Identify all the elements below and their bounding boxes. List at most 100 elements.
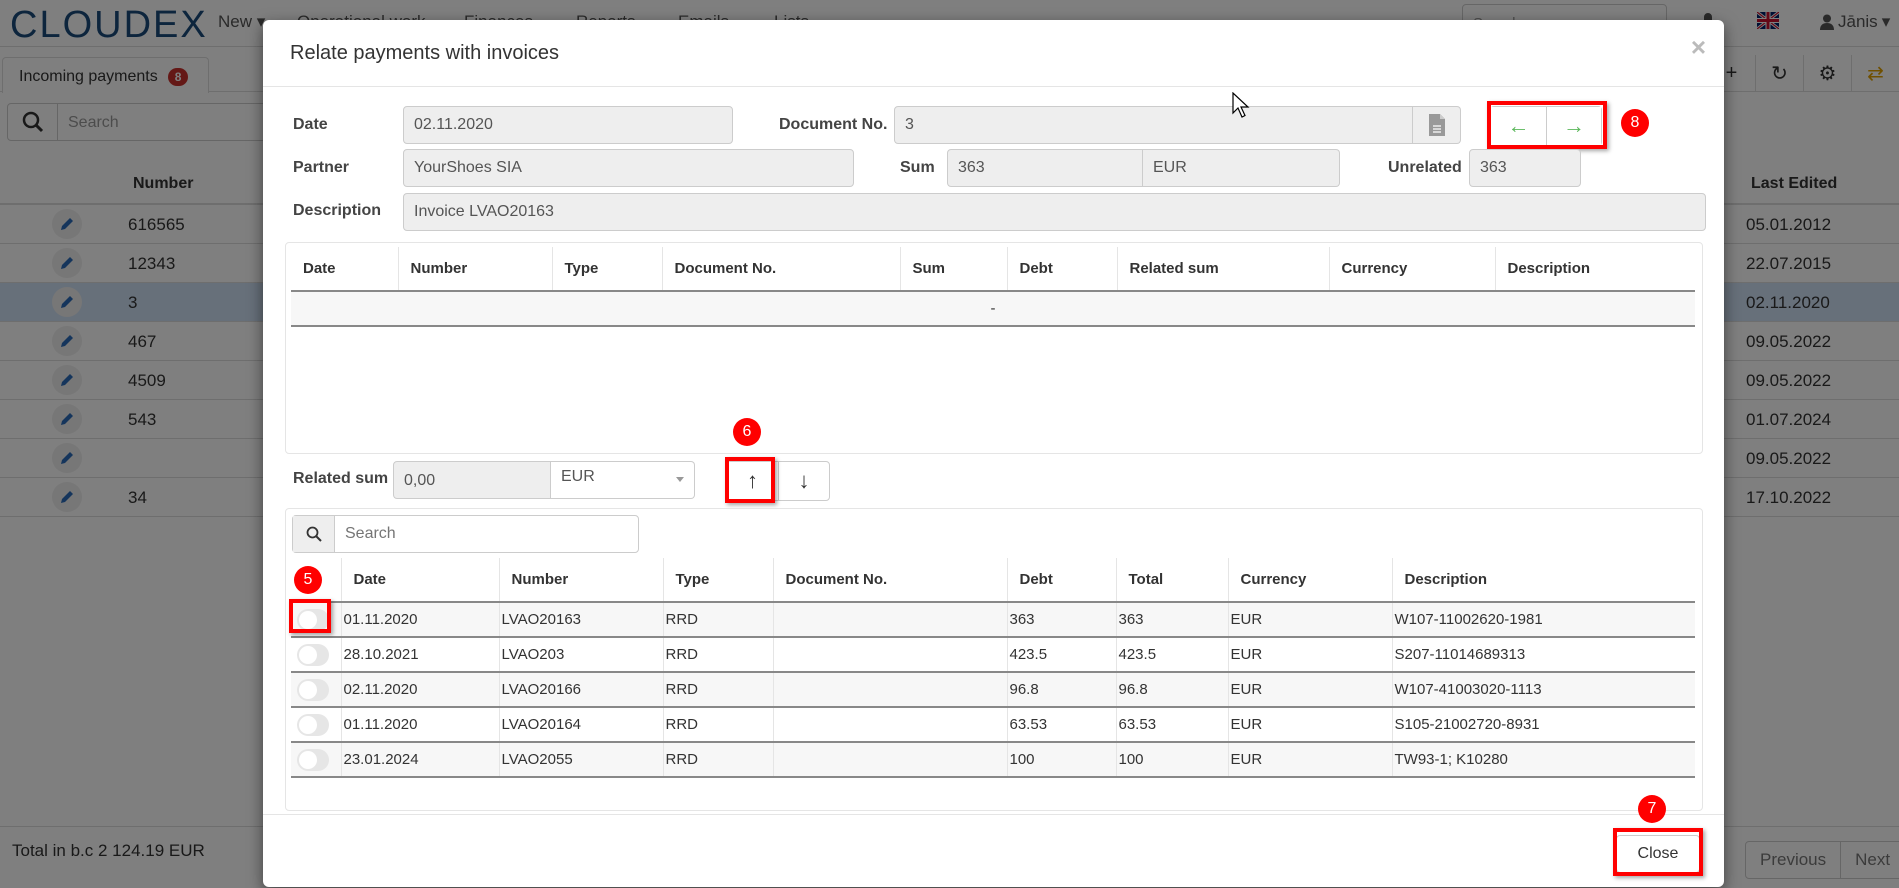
partner-field[interactable]: YourShoes SIA (403, 149, 854, 187)
column-header[interactable]: Sum (900, 247, 1008, 292)
cell-date: 01.11.2020 (341, 707, 500, 743)
annotation-marker-8: 8 (1621, 109, 1649, 137)
cell-total: 63.53 (1116, 707, 1229, 743)
caret-down-icon (676, 477, 684, 482)
table-row[interactable]: 01.11.2020 LVAO20163 RRD 363 363 EUR W107-1100… (291, 602, 1695, 638)
invoice-search[interactable] (292, 515, 639, 553)
column-header[interactable]: Document No. (662, 247, 901, 292)
cell-description: W107-41003020-1113 (1392, 672, 1695, 708)
column-header[interactable]: Total (1116, 558, 1229, 603)
column-header[interactable]: Currency (1228, 558, 1393, 603)
search-icon (306, 526, 322, 542)
move-buttons: ↑ ↓ (726, 461, 830, 501)
cell-docno (773, 637, 1008, 673)
cell-total: 363 (1116, 602, 1229, 638)
table-row[interactable]: 01.11.2020 LVAO20164 RRD 63.53 63.53 EUR S105-… (291, 707, 1695, 743)
select-toggle[interactable] (297, 713, 329, 736)
annotation-marker-5: 5 (294, 566, 322, 594)
cell-number: LVAO2055 (499, 742, 664, 778)
arrow-right-icon: → (1563, 113, 1585, 138)
document-no-label: Document No. (779, 116, 888, 133)
select-cell (291, 707, 342, 743)
select-toggle[interactable] (297, 608, 329, 631)
cell-number: LVAO20163 (499, 602, 664, 638)
table-row[interactable]: 28.10.2021 LVAO203 RRD 423.5 423.5 EUR S207-11… (291, 637, 1695, 673)
annotation-marker-6: 6 (733, 418, 761, 446)
cell-type: RRD (663, 637, 774, 673)
select-toggle[interactable] (297, 678, 329, 701)
cell-description: W107-11002620-1981 (1392, 602, 1695, 638)
invoice-search-input[interactable] (335, 516, 635, 552)
select-toggle[interactable] (297, 643, 329, 666)
column-header[interactable]: Debt (1007, 247, 1118, 292)
cell-docno (773, 602, 1008, 638)
column-header[interactable]: Related sum (1117, 247, 1330, 292)
close-button[interactable]: Close (1616, 835, 1700, 873)
cell-currency: EUR (1228, 742, 1393, 778)
select-cell (291, 637, 342, 673)
select-cell (291, 742, 342, 778)
related-invoices-table: Date Number Type Document No. Sum Debt Related… (291, 247, 1695, 327)
unrelated-field[interactable]: 363 (1469, 149, 1581, 187)
related-sum-label: Related sum (293, 470, 389, 487)
column-header[interactable]: Number (398, 247, 553, 292)
date-field[interactable]: 02.11.2020 (403, 106, 733, 144)
cell-date: 02.11.2020 (341, 672, 500, 708)
cell-currency: EUR (1228, 637, 1393, 673)
cell-number: LVAO203 (499, 637, 664, 673)
cell-currency: EUR (1228, 602, 1393, 638)
select-cell (291, 602, 342, 638)
column-header[interactable]: Type (552, 247, 663, 292)
invoices-table: Date Number Type Document No. Debt Total Curre… (291, 558, 1695, 778)
empty-placeholder: - (291, 291, 1695, 327)
column-header[interactable]: Debt (1007, 558, 1117, 603)
cell-date: 23.01.2024 (341, 742, 500, 778)
cell-description: S105-21002720-8931 (1392, 707, 1695, 743)
column-header[interactable]: Currency (1329, 247, 1496, 292)
cell-docno (773, 742, 1008, 778)
cell-docno (773, 707, 1008, 743)
table-row[interactable]: 02.11.2020 LVAO20166 RRD 96.8 96.8 EUR W107-41… (291, 672, 1695, 708)
cell-debt: 96.8 (1007, 672, 1117, 708)
record-navigation: ← → (1490, 106, 1602, 146)
sum-field[interactable]: 363 (947, 149, 1143, 187)
sum-label: Sum (900, 159, 935, 176)
cell-type: RRD (663, 672, 774, 708)
select-toggle[interactable] (297, 748, 329, 771)
next-record-button[interactable]: → (1546, 107, 1601, 145)
cell-total: 423.5 (1116, 637, 1229, 673)
arrow-up-icon: ↑ (747, 468, 758, 493)
select-cell (291, 672, 342, 708)
open-document-button[interactable] (1413, 106, 1461, 144)
cell-date: 01.11.2020 (341, 602, 500, 638)
description-field[interactable]: Invoice LVAO20163 (403, 193, 1706, 231)
close-icon[interactable]: × (1691, 32, 1706, 63)
column-header[interactable]: Date (291, 247, 399, 292)
unrelated-label: Unrelated (1388, 159, 1462, 176)
column-header[interactable]: Description (1392, 558, 1695, 603)
document-no-field[interactable]: 3 (894, 106, 1413, 144)
partner-label: Partner (293, 159, 350, 176)
cell-number: LVAO20164 (499, 707, 664, 743)
document-icon (1428, 114, 1445, 136)
column-header[interactable]: Number (499, 558, 664, 603)
related-sum-input[interactable]: 0,00 (393, 461, 551, 499)
modal-footer: Close (263, 814, 1724, 887)
table-row[interactable]: 23.01.2024 LVAO2055 RRD 100 100 EUR TW93-1; K1… (291, 742, 1695, 778)
cell-debt: 363 (1007, 602, 1117, 638)
column-header[interactable]: Document No. (773, 558, 1008, 603)
column-header[interactable]: Date (341, 558, 500, 603)
column-header[interactable]: Description (1495, 247, 1695, 292)
column-header[interactable]: Type (663, 558, 774, 603)
mouse-cursor-icon (1232, 92, 1250, 118)
move-up-button[interactable]: ↑ (727, 462, 778, 500)
cell-debt: 63.53 (1007, 707, 1117, 743)
sum-currency-field[interactable]: EUR (1143, 149, 1340, 187)
move-down-button[interactable]: ↓ (778, 462, 829, 500)
cell-currency: EUR (1228, 707, 1393, 743)
modal-header: Relate payments with invoices × (263, 20, 1724, 87)
related-sum-currency-select[interactable]: EUR (551, 461, 695, 499)
cell-type: RRD (663, 707, 774, 743)
date-label: Date (293, 116, 328, 133)
previous-record-button[interactable]: ← (1491, 107, 1546, 145)
